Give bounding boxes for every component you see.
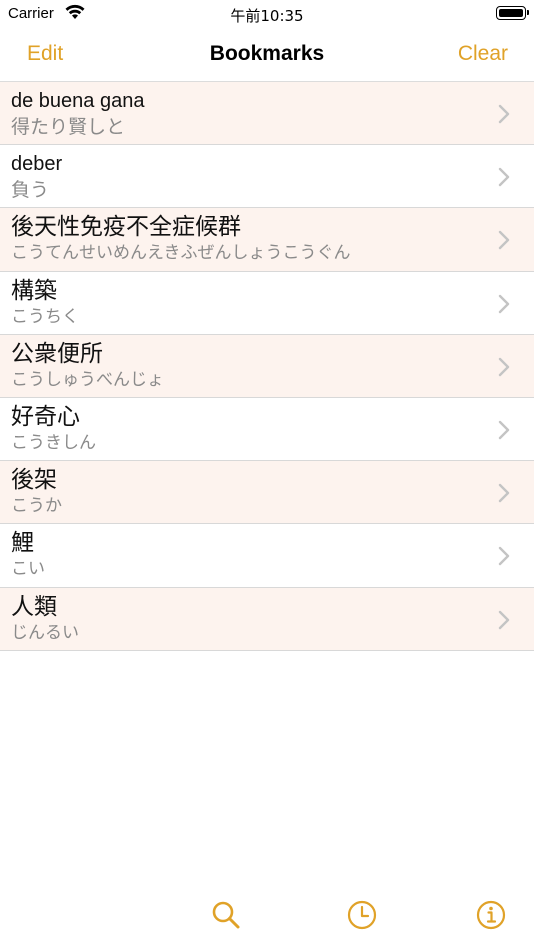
bookmark-reading: こうきしん — [11, 432, 96, 453]
battery-icon — [496, 6, 529, 20]
bookmark-word: 後架 — [11, 467, 57, 494]
chevron-right-icon — [498, 357, 510, 376]
list-item[interactable]: 好奇心 こうきしん — [0, 398, 534, 462]
page-title: Bookmarks — [209, 42, 325, 65]
bookmark-word: 構築 — [11, 277, 57, 304]
list-item[interactable]: 後天性免疫不全症候群 こうてんせいめんえきふぜんしょうこうぐん — [0, 208, 534, 272]
bookmark-list: de buena gana 得たり賢しと deber 負う 後天性免疫不全症候群… — [0, 82, 534, 651]
clock-icon[interactable] — [345, 898, 379, 932]
list-item[interactable]: 人類 じんるい — [0, 587, 534, 651]
chevron-right-icon — [498, 104, 510, 124]
bookmark-word: deber — [11, 153, 63, 176]
chevron-right-icon — [498, 231, 510, 250]
info-icon[interactable] — [474, 898, 508, 932]
chevron-right-icon — [498, 547, 510, 566]
chevron-right-icon — [498, 610, 510, 629]
list-item[interactable]: 後架 こうか — [0, 461, 534, 525]
list-item[interactable]: 鯉 こい — [0, 524, 534, 588]
list-item[interactable]: 公衆便所 こうしゅうべんじょ — [0, 334, 534, 398]
chevron-right-icon — [498, 294, 510, 313]
status-bar: Carrier 午前10:35 — [0, 0, 534, 28]
bookmark-reading: こうてんせいめんえきふぜんしょうこうぐん — [11, 243, 351, 264]
bookmarks-screen: Carrier 午前10:35 Edit Bookmarks Clear de … — [0, 0, 534, 950]
clear-button[interactable]: Clear — [458, 42, 508, 66]
bookmark-reading: こうちく — [11, 306, 79, 327]
chevron-right-icon — [498, 420, 510, 440]
list-item[interactable]: 構築 こうちく — [0, 272, 534, 335]
chevron-right-icon — [498, 167, 510, 187]
bookmark-word: 人類 — [11, 593, 57, 620]
bookmark-word: 好奇心 — [11, 403, 80, 430]
bookmark-reading: じんるい — [11, 622, 79, 643]
bookmark-word: de buena gana — [11, 90, 145, 112]
bookmark-reading: こい — [11, 559, 45, 580]
list-item[interactable]: deber 負う — [0, 145, 534, 209]
navigation-bar: Edit Bookmarks Clear — [0, 28, 534, 82]
bookmark-word: 後天性免疫不全症候群 — [11, 214, 241, 241]
status-time: 午前10:35 — [230, 7, 304, 25]
bookmark-reading: 得たり賢しと — [11, 116, 126, 138]
bookmark-reading: こうしゅうべんじょ — [11, 369, 164, 390]
tab-bar — [0, 886, 534, 950]
search-icon[interactable] — [209, 898, 243, 932]
bookmark-word: 鯉 — [11, 530, 34, 557]
bookmark-word: 公衆便所 — [11, 340, 103, 367]
chevron-right-icon — [498, 483, 510, 503]
bookmark-reading: こうか — [11, 496, 62, 517]
bookmark-reading: 負う — [11, 179, 50, 202]
list-item[interactable]: de buena gana 得たり賢しと — [0, 82, 534, 146]
battery-level — [499, 9, 523, 17]
